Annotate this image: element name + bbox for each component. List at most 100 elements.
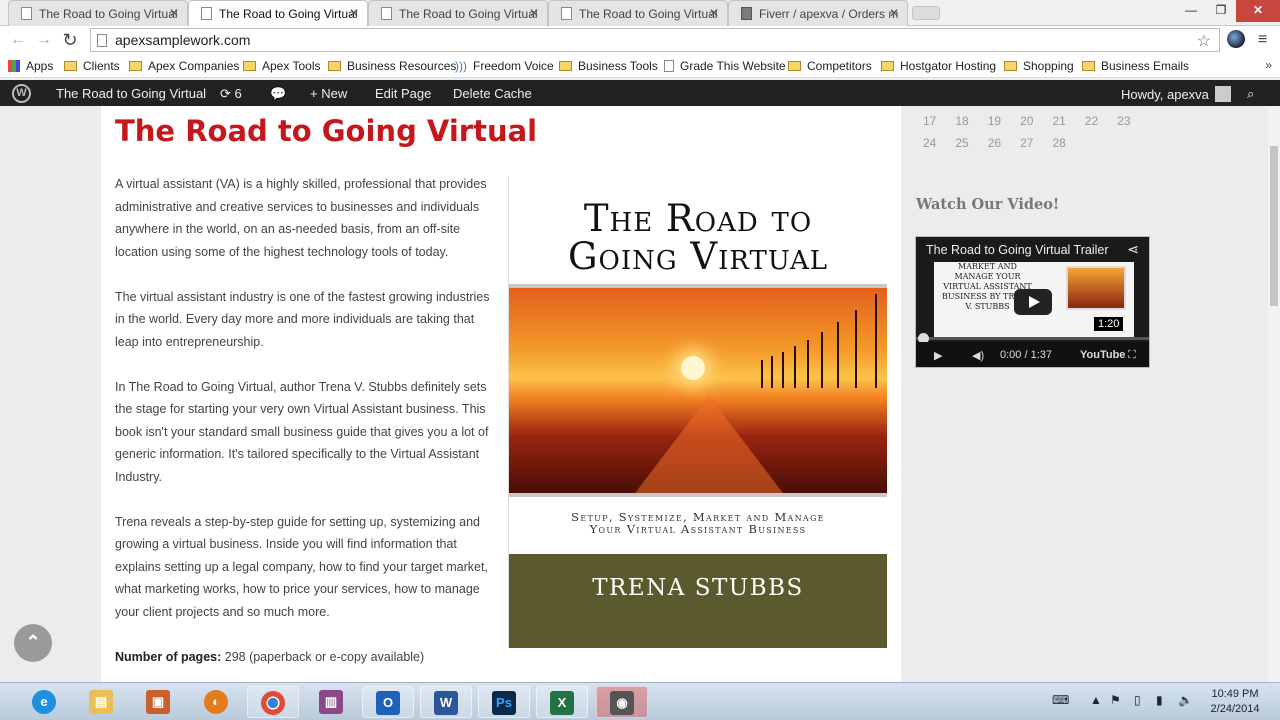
video-progress-bar[interactable] — [916, 333, 1149, 344]
file-explorer-icon[interactable]: ▤ — [75, 686, 127, 718]
calendar-day[interactable]: 24 — [923, 136, 936, 150]
network-icon[interactable]: ▮ — [1156, 693, 1163, 707]
close-tab-icon[interactable]: ✕ — [169, 6, 179, 20]
flag-icon[interactable]: ⚑ — [1110, 693, 1121, 707]
extension-icon[interactable] — [1227, 30, 1245, 48]
bookmark-folder[interactable]: Competitors — [788, 59, 872, 73]
photoshop-icon[interactable]: Ps — [478, 686, 530, 718]
bookmark-folder[interactable]: Business Resources — [328, 59, 456, 73]
share-icon[interactable]: ⋖ — [1127, 241, 1139, 258]
installer-icon[interactable]: ▣ — [132, 686, 184, 718]
browser-tab[interactable]: The Road to Going Virtual ✕ — [368, 0, 548, 26]
keyboard-icon[interactable]: ⌨ — [1052, 693, 1069, 707]
calendar-day[interactable]: 27 — [1020, 136, 1033, 150]
bookmark-folder[interactable]: Hostgator Hosting — [881, 59, 996, 73]
close-tab-icon[interactable]: ✕ — [889, 6, 899, 20]
calendar-day[interactable]: 18 — [955, 114, 968, 128]
reload-button[interactable]: ↻ — [60, 30, 80, 50]
system-clock[interactable]: 10:49 PM 2/24/2014 — [1200, 687, 1270, 717]
clock-time: 10:49 PM — [1211, 688, 1259, 700]
close-tab-icon[interactable]: ✕ — [349, 6, 359, 20]
browser-tab[interactable]: Fiverr / apexva / Orders m ✕ — [728, 0, 908, 26]
close-tab-icon[interactable]: ✕ — [529, 6, 539, 20]
browser-tab[interactable]: The Road to Going Virtual ✕ — [548, 0, 728, 26]
word-icon[interactable]: W — [420, 686, 472, 718]
bookmark-star-icon[interactable]: ☆ — [1197, 31, 1211, 51]
bookmark-label: Business Tools — [578, 59, 658, 73]
calendar-day[interactable]: 17 — [923, 114, 936, 128]
back-button[interactable]: ← — [8, 30, 28, 50]
calendar-day[interactable]: 23 — [1117, 114, 1130, 128]
admin-site-name[interactable]: The Road to Going Virtual — [56, 86, 206, 101]
book-author: TRENA STUBBS — [509, 554, 887, 648]
book-cover-image: The Road to Going Virtual Setup, Systemi… — [508, 176, 887, 648]
bookmark-folder[interactable]: Business Tools — [559, 59, 658, 73]
outlook-icon[interactable]: O — [362, 686, 414, 718]
play-button[interactable] — [1014, 289, 1052, 315]
address-bar[interactable]: apexsamplework.com ☆ — [90, 28, 1220, 52]
firefox-icon[interactable]: ◐ — [190, 686, 242, 718]
new-content-link[interactable]: + New — [310, 86, 347, 101]
youtube-logo[interactable]: YouTube — [1080, 349, 1125, 361]
youtube-embed[interactable]: MARKET AND MANAGE YOUR VIRTUAL ASSISTANT… — [915, 236, 1150, 368]
bookmark-link[interactable]: ))) Freedom Voice — [455, 59, 554, 73]
scroll-to-top-button[interactable]: ⌃ — [14, 624, 52, 662]
fullscreen-icon[interactable]: ⛶ — [1128, 349, 1136, 362]
more-bookmarks-icon[interactable]: » — [1265, 58, 1272, 72]
video-title[interactable]: The Road to Going Virtual Trailer — [926, 243, 1109, 257]
close-tab-icon[interactable]: ✕ — [709, 6, 719, 20]
winrar-icon[interactable]: ▥ — [305, 686, 357, 718]
updates-link[interactable]: ⟳ 6 — [220, 86, 242, 102]
browser-tab[interactable]: The Road to Going Virtual ✕ — [8, 0, 188, 26]
wind-turbine — [761, 360, 763, 388]
article-paragraph: A virtual assistant (VA) is a highly ski… — [115, 177, 487, 259]
restore-button[interactable]: ❐ — [1206, 0, 1236, 22]
new-tab-button[interactable] — [912, 6, 940, 20]
device-icon[interactable]: ▯ — [1134, 693, 1141, 707]
book-title-line: The Road to — [583, 197, 813, 240]
forward-button[interactable]: → — [34, 30, 54, 50]
fiverr-icon — [741, 7, 752, 20]
article-paragraph: In The Road to Going Virtual, author Tre… — [115, 379, 489, 484]
bookmark-folder[interactable]: Apex Companies — [129, 59, 239, 73]
edit-page-link[interactable]: Edit Page — [375, 86, 431, 101]
wind-turbine — [855, 310, 857, 388]
folder-icon — [1082, 61, 1095, 71]
excel-icon[interactable]: X — [536, 686, 588, 718]
wordpress-logo-icon[interactable]: W — [12, 84, 31, 103]
bookmark-folder[interactable]: Clients — [64, 59, 120, 73]
tab-label: The Road to Going Virtual — [219, 7, 358, 21]
calendar-day[interactable]: 25 — [955, 136, 968, 150]
comments-icon[interactable]: 💬 — [270, 86, 286, 102]
page-count-label: Number of pages: — [115, 649, 222, 664]
screen-recorder-icon[interactable]: ◉ — [596, 686, 648, 718]
browser-tab-active[interactable]: The Road to Going Virtual ✕ — [188, 0, 368, 26]
calendar-day[interactable]: 26 — [988, 136, 1001, 150]
speaker-icon[interactable]: 🔈 — [1178, 693, 1193, 707]
scrollbar-thumb[interactable] — [1270, 146, 1278, 306]
calendar-day[interactable]: 22 — [1085, 114, 1098, 128]
chrome-menu-icon[interactable]: ≡ — [1258, 31, 1267, 49]
volume-icon[interactable]: ◀) — [972, 349, 984, 362]
bookmark-folder[interactable]: Apex Tools — [243, 59, 320, 73]
account-menu[interactable]: Howdy, apexva — [1121, 86, 1231, 102]
play-icon[interactable]: ▶ — [934, 349, 942, 362]
calendar-day[interactable]: 19 — [988, 114, 1001, 128]
bookmark-label: Clients — [83, 59, 120, 73]
bookmark-apps[interactable]: Apps — [8, 59, 53, 73]
chrome-icon[interactable] — [247, 686, 299, 718]
page-scrollbar[interactable] — [1268, 106, 1280, 682]
calendar-day[interactable]: 20 — [1020, 114, 1033, 128]
video-widget-heading: Watch Our Video! — [916, 196, 1060, 213]
delete-cache-link[interactable]: Delete Cache — [453, 86, 532, 101]
search-icon[interactable]: ⌕ — [1247, 86, 1254, 102]
calendar-day[interactable]: 21 — [1052, 114, 1065, 128]
internet-explorer-icon[interactable]: e — [18, 686, 70, 718]
calendar-day[interactable]: 28 — [1052, 136, 1065, 150]
show-hidden-icons[interactable]: ▲ — [1090, 693, 1102, 707]
bookmark-folder[interactable]: Shopping — [1004, 59, 1074, 73]
close-window-button[interactable]: ✕ — [1236, 0, 1280, 22]
bookmark-folder[interactable]: Business Emails — [1082, 59, 1189, 73]
minimize-button[interactable]: — — [1176, 0, 1206, 22]
bookmark-link[interactable]: Grade This Website — [664, 59, 786, 73]
